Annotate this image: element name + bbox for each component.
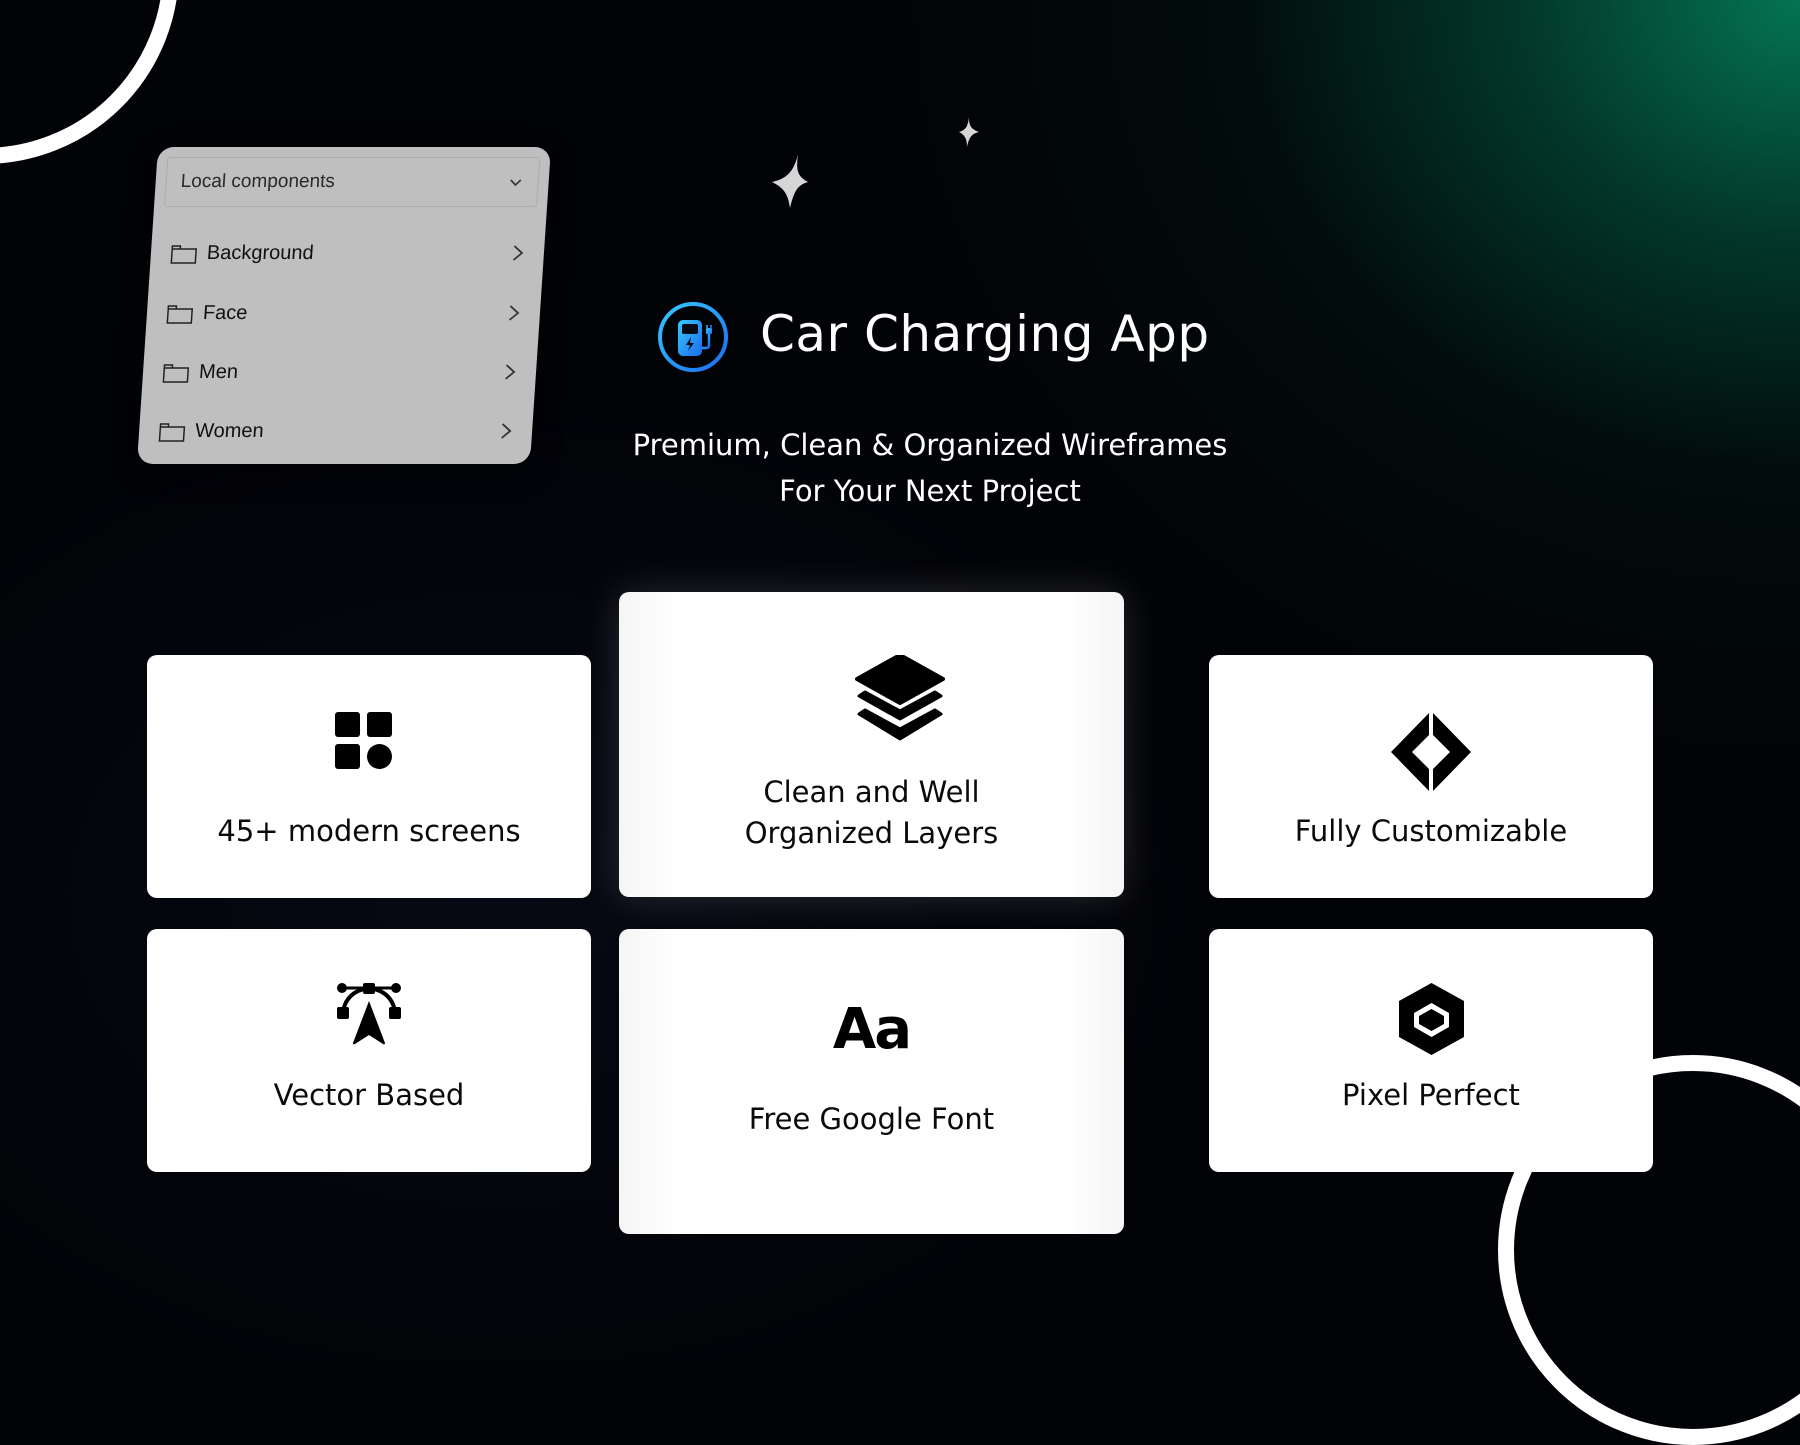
component-item-face[interactable]: Face — [156, 293, 524, 333]
sparkle-icon-large — [772, 154, 808, 208]
subtitle-line-2: For Your Next Project — [779, 474, 1081, 508]
feature-card-screens: 45+ modern screens — [147, 655, 591, 898]
component-item-men[interactable]: Men — [152, 352, 520, 392]
feature-label: Clean and Well Organized Layers — [619, 772, 1124, 854]
component-item-label: Face — [202, 301, 249, 324]
dropdown-label: Local components — [180, 171, 336, 192]
chevron-right-icon — [505, 364, 516, 380]
feature-card-vector: Vector Based — [147, 929, 591, 1172]
diamond-icon — [1391, 713, 1471, 791]
local-components-panel: Local components Background Face Men Wom… — [136, 147, 551, 464]
folder-icon — [158, 423, 186, 442]
chevron-down-icon — [510, 179, 522, 187]
font-sample-icon: Aa — [832, 997, 912, 1062]
component-item-label: Women — [194, 419, 265, 442]
apps-grid-icon — [335, 712, 392, 769]
component-item-background[interactable]: Background — [160, 233, 528, 273]
feature-label-line-2: Organized Layers — [744, 816, 999, 850]
hexagon-icon — [1399, 983, 1464, 1055]
folder-icon — [166, 305, 194, 324]
feature-label-line-1: Clean and Well — [763, 775, 980, 809]
feature-card-customizable: Fully Customizable — [1209, 655, 1653, 898]
feature-label: Fully Customizable — [1294, 814, 1568, 848]
app-subtitle: Premium, Clean & Organized Wireframes Fo… — [560, 422, 1300, 514]
app-title: Car Charging App — [760, 305, 1210, 363]
feature-label: Vector Based — [273, 1078, 465, 1112]
feature-label: 45+ modern screens — [217, 814, 521, 848]
ev-charger-icon — [658, 302, 728, 372]
folder-icon — [170, 245, 198, 264]
sparkle-icon-small — [959, 117, 979, 147]
feature-card-layers: Clean and Well Organized Layers — [619, 592, 1124, 897]
feature-label: Pixel Perfect — [1342, 1078, 1520, 1112]
feature-label: Free Google Font — [748, 1102, 995, 1136]
feature-card-pixel-perfect: Pixel Perfect — [1209, 929, 1653, 1172]
layers-icon — [855, 655, 945, 741]
component-item-label: Background — [206, 241, 315, 264]
vector-pen-icon — [337, 983, 401, 1045]
chevron-right-icon — [512, 245, 524, 261]
component-item-label: Men — [198, 360, 239, 383]
folder-icon — [162, 364, 190, 383]
component-item-women[interactable]: Women — [148, 411, 516, 451]
subtitle-line-1: Premium, Clean & Organized Wireframes — [632, 428, 1228, 462]
local-components-dropdown[interactable]: Local components — [164, 157, 541, 207]
chevron-right-icon — [508, 305, 520, 321]
feature-card-font: Aa Free Google Font — [619, 929, 1124, 1234]
chevron-right-icon — [501, 423, 512, 439]
